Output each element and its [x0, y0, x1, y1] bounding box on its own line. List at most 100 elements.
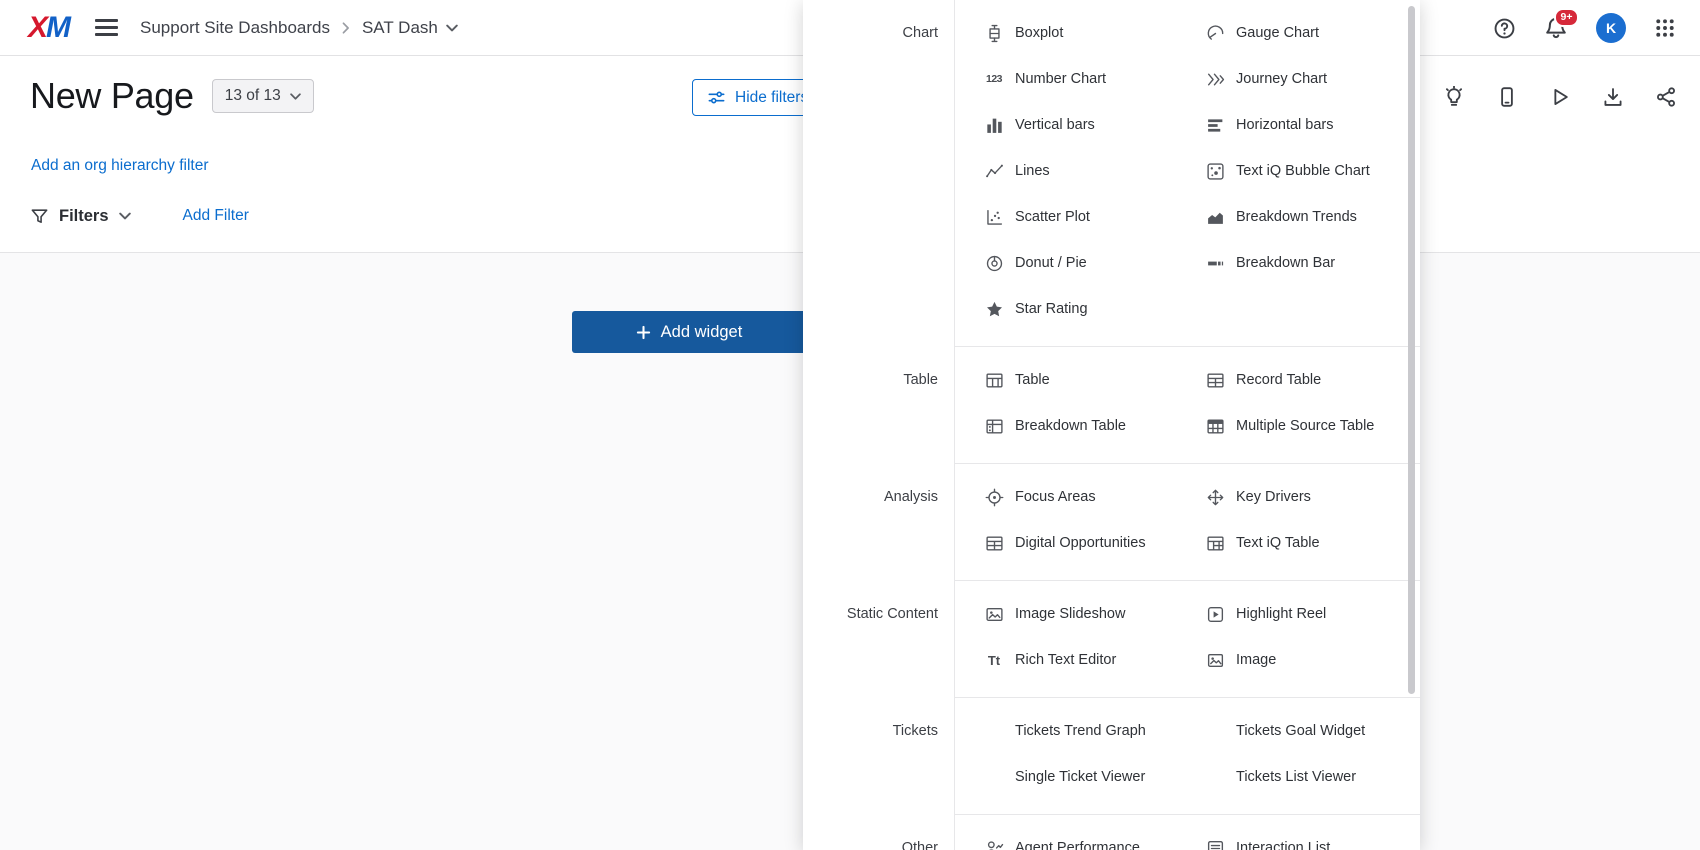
widget-item-breakdown-trends[interactable]: Breakdown Trends [1176, 194, 1420, 240]
widget-item-agent-performance[interactable]: Agent Performance [955, 825, 1176, 850]
widget-item-text-iq-table[interactable]: Text iQ Table [1176, 520, 1420, 566]
widget-group-analysis: AnalysisFocus AreasKey DriversDigital Op… [803, 464, 1420, 581]
widget-item-key-drivers[interactable]: Key Drivers [1176, 474, 1420, 520]
star-rating-icon [984, 299, 1004, 319]
record-table-icon [1205, 370, 1225, 390]
breadcrumb: Support Site Dashboards SAT Dash [140, 18, 458, 38]
widget-item-breakdown-table[interactable]: Breakdown Table [955, 403, 1176, 449]
widget-item-lines[interactable]: Lines [955, 148, 1176, 194]
widget-item-label: Breakdown Table [1015, 418, 1126, 434]
agent-performance-icon [984, 838, 1004, 850]
widget-item-digital-opportunities[interactable]: Digital Opportunities [955, 520, 1176, 566]
avatar[interactable]: K [1596, 13, 1626, 43]
header-actions [1443, 86, 1677, 108]
widget-item-label: Agent Performance [1015, 840, 1140, 850]
share-icon[interactable] [1655, 86, 1677, 108]
widget-item-horizontal-bars[interactable]: Horizontal bars [1176, 102, 1420, 148]
widget-item-vertical-bars[interactable]: Vertical bars [955, 102, 1176, 148]
widget-item-label: Number Chart [1015, 71, 1106, 87]
breadcrumb-current[interactable]: SAT Dash [362, 18, 458, 38]
widget-item-interaction-list[interactable]: Interaction List [1176, 825, 1420, 850]
widget-item-label: Single Ticket Viewer [1015, 769, 1145, 785]
widget-item-rich-text-editor[interactable]: TtRich Text Editor [955, 637, 1176, 683]
widget-item-label: Image Slideshow [1015, 606, 1125, 622]
horizontal-bars-icon [1205, 115, 1225, 135]
widget-item-image-slideshow[interactable]: Image Slideshow [955, 591, 1176, 637]
widget-item-tickets-goal-widget[interactable]: Tickets Goal Widget [1176, 708, 1420, 754]
widget-item-label: Key Drivers [1236, 489, 1311, 505]
widget-item-label: Vertical bars [1015, 117, 1095, 133]
widget-item-label: Breakdown Trends [1236, 209, 1357, 225]
breakdown-bar-icon [1205, 253, 1225, 273]
widget-item-focus-areas[interactable]: Focus Areas [955, 474, 1176, 520]
widget-item-number-chart[interactable]: 123Number Chart [955, 56, 1176, 102]
interaction-list-icon [1205, 838, 1225, 850]
widget-item-record-table[interactable]: Record Table [1176, 357, 1420, 403]
widget-item-journey-chart[interactable]: Journey Chart [1176, 56, 1420, 102]
gauge-chart-icon [1205, 23, 1225, 43]
export-download-icon[interactable] [1602, 86, 1624, 108]
lines-icon [984, 161, 1004, 181]
add-widget-button[interactable]: Add widget [572, 311, 806, 353]
widget-group-static-content: Static ContentImage SlideshowHighlight R… [803, 581, 1420, 698]
image-slideshow-icon [984, 604, 1004, 624]
text-iq-bubble-chart-icon [1205, 161, 1225, 181]
widget-item-single-ticket-viewer[interactable]: Single Ticket Viewer [955, 754, 1176, 800]
widget-item-label: Focus Areas [1015, 489, 1096, 505]
widget-item-donut-pie[interactable]: Donut / Pie [955, 240, 1176, 286]
widget-item-label: Star Rating [1015, 301, 1088, 317]
widget-item-label: Tickets List Viewer [1236, 769, 1356, 785]
multiple-source-table-icon [1205, 416, 1225, 436]
widget-item-tickets-trend-graph[interactable]: Tickets Trend Graph [955, 708, 1176, 754]
widget-items-grid: Agent Performance Interaction List [954, 815, 1420, 850]
add-filter-link[interactable]: Add Filter [183, 207, 249, 225]
widget-item-label: Boxplot [1015, 25, 1063, 41]
chevron-down-icon[interactable] [119, 212, 131, 220]
chevron-down-icon [290, 93, 301, 100]
widget-item-star-rating[interactable]: Star Rating [955, 286, 1176, 332]
insights-lightbulb-icon[interactable] [1443, 86, 1465, 108]
widget-item-multiple-source-table[interactable]: Multiple Source Table [1176, 403, 1420, 449]
widget-item-label: Breakdown Bar [1236, 255, 1335, 271]
page-selector[interactable]: 13 of 13 [212, 79, 314, 113]
filters-bar: Filters Add Filter [30, 197, 249, 235]
mobile-preview-icon[interactable] [1496, 86, 1518, 108]
add-org-hierarchy-filter-link[interactable]: Add an org hierarchy filter [31, 157, 208, 175]
widget-item-breakdown-bar[interactable]: Breakdown Bar [1176, 240, 1420, 286]
widget-item-label: Interaction List [1236, 840, 1330, 850]
widget-items-grid: TableRecord Table Breakdown Table Multiple… [954, 347, 1420, 464]
widget-item-label: Horizontal bars [1236, 117, 1334, 133]
donut-pie-icon [984, 253, 1004, 273]
widget-item-highlight-reel[interactable]: Highlight Reel [1176, 591, 1420, 637]
widget-group-chart: ChartBoxplotGauge Chart123Number ChartJo… [803, 0, 1420, 347]
widget-item-table[interactable]: Table [955, 357, 1176, 403]
chevron-right-icon [342, 22, 350, 34]
widget-item-image[interactable]: Image [1176, 637, 1420, 683]
breakdown-table-icon [984, 416, 1004, 436]
widget-item-boxplot[interactable]: Boxplot [955, 10, 1176, 56]
filter-sliders-icon [707, 88, 726, 107]
filter-funnel-icon [30, 207, 49, 226]
page-selector-label: 13 of 13 [225, 87, 281, 105]
widget-item-text-iq-bubble-chart[interactable]: Text iQ Bubble Chart [1176, 148, 1420, 194]
apps-grid-icon[interactable] [1654, 17, 1676, 39]
no-icon-placeholder [984, 767, 1004, 787]
xm-logo-m: M [46, 11, 69, 45]
widget-item-tickets-list-viewer[interactable]: Tickets List Viewer [1176, 754, 1420, 800]
widget-item-label: Digital Opportunities [1015, 535, 1146, 551]
widget-item-gauge-chart[interactable]: Gauge Chart [1176, 10, 1420, 56]
play-icon[interactable] [1549, 86, 1571, 108]
scrollbar-thumb[interactable] [1408, 6, 1415, 694]
notifications-bell-icon[interactable]: 9+ [1544, 16, 1568, 40]
digital-opportunities-icon [984, 533, 1004, 553]
help-icon[interactable] [1493, 17, 1516, 40]
widget-item-label: Tickets Trend Graph [1015, 723, 1146, 739]
xm-logo[interactable]: X M [28, 11, 69, 45]
rich-text-editor-icon: Tt [984, 650, 1004, 670]
widget-item-scatter-plot[interactable]: Scatter Plot [955, 194, 1176, 240]
breadcrumb-root[interactable]: Support Site Dashboards [140, 18, 330, 38]
filters-label[interactable]: Filters [59, 207, 109, 226]
no-icon-placeholder [984, 721, 1004, 741]
menu-icon[interactable] [95, 19, 118, 36]
table-icon [984, 370, 1004, 390]
